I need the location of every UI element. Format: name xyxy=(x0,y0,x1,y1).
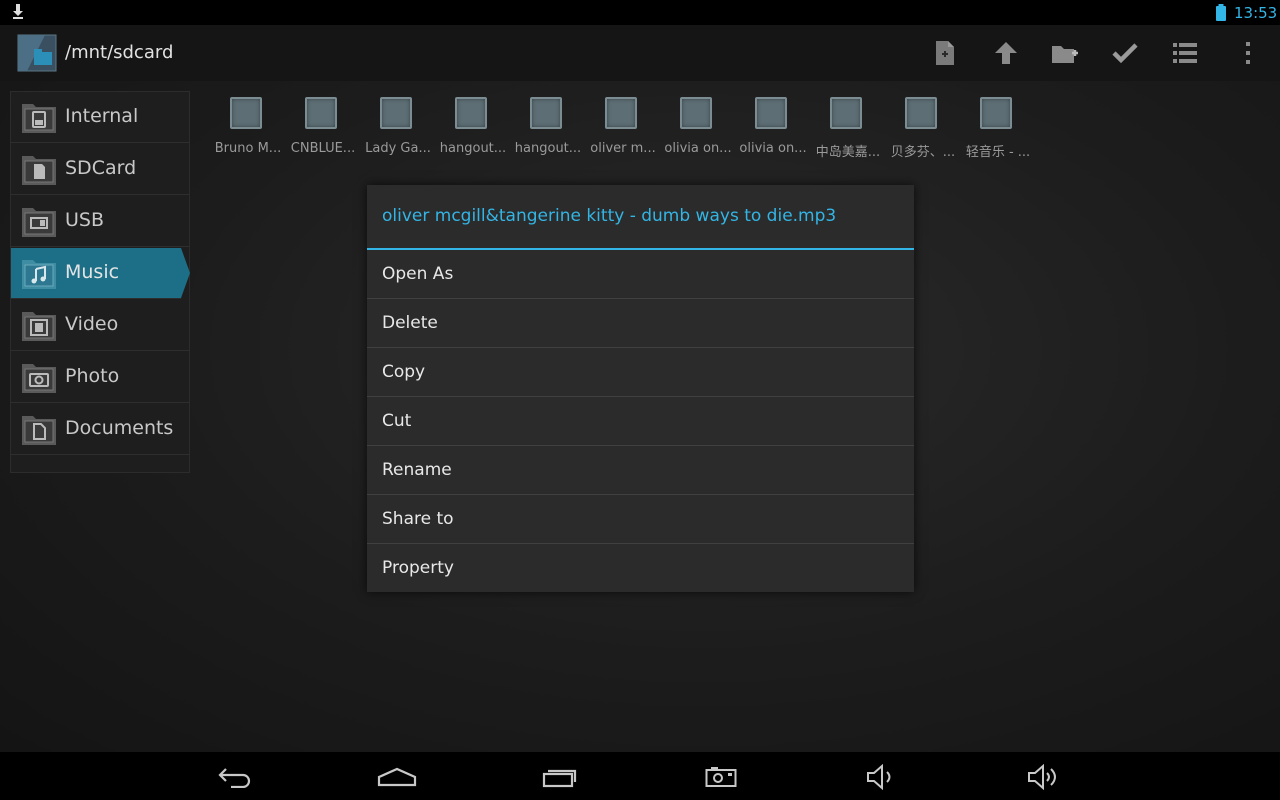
file-name: oliver m... xyxy=(590,141,656,156)
menu-item-share-to[interactable]: Share to xyxy=(367,495,914,544)
recent-apps-button[interactable] xyxy=(535,760,585,794)
sidebar-item-internal[interactable]: Internal xyxy=(11,92,189,143)
sidebar-item-label: Video xyxy=(65,313,119,335)
storage-sidebar: Internal SDCard USB Music Video Photo Do… xyxy=(10,91,190,473)
select-button[interactable] xyxy=(1106,34,1144,72)
menu-item-copy[interactable]: Copy xyxy=(367,348,914,397)
list-view-icon xyxy=(1173,43,1197,63)
sidebar-item-video[interactable]: Video xyxy=(11,300,189,351)
menu-item-property[interactable]: Property xyxy=(367,544,914,592)
audio-file-icon xyxy=(905,97,937,129)
sidebar-item-usb[interactable]: USB xyxy=(11,196,189,247)
menu-item-label: Share to xyxy=(382,509,454,529)
file-name: 轻音乐 - ... xyxy=(965,145,1031,160)
file-name: Lady Ga... xyxy=(365,141,431,156)
status-bar: 13:53 xyxy=(0,0,1280,25)
menu-item-label: Open As xyxy=(382,264,454,284)
camera-icon xyxy=(22,364,56,393)
usb-icon xyxy=(22,208,56,237)
menu-item-rename[interactable]: Rename xyxy=(367,446,914,495)
file-name: Bruno M... xyxy=(214,141,282,156)
sidebar-item-photo[interactable]: Photo xyxy=(11,352,189,403)
active-indicator-arrow xyxy=(181,248,190,298)
audio-file-icon xyxy=(530,97,562,129)
new-file-icon xyxy=(936,41,954,65)
back-icon xyxy=(218,768,251,788)
new-folder-button[interactable] xyxy=(1046,34,1084,72)
sidebar-item-documents[interactable]: Documents xyxy=(11,404,189,455)
home-icon xyxy=(377,767,417,787)
current-path-title: /mnt/sdcard xyxy=(65,42,174,63)
system-navigation-bar xyxy=(0,752,1280,800)
audio-file-icon xyxy=(830,97,862,129)
audio-file-icon xyxy=(455,97,487,129)
back-button[interactable] xyxy=(210,760,260,794)
list-view-button[interactable] xyxy=(1166,34,1204,72)
file-name: hangout... xyxy=(439,141,507,156)
screenshot-icon xyxy=(705,767,737,787)
document-icon xyxy=(22,416,56,445)
menu-item-label: Cut xyxy=(382,411,412,431)
menu-item-label: Delete xyxy=(382,313,438,333)
home-button[interactable] xyxy=(372,760,422,794)
go-up-button[interactable] xyxy=(987,34,1025,72)
volume-up-button[interactable] xyxy=(1019,760,1069,794)
file-name: olivia on... xyxy=(739,141,807,156)
dialog-title: oliver mcgill&tangerine kitty - dumb way… xyxy=(382,206,837,226)
file-name: olivia on... xyxy=(664,141,732,156)
sidebar-item-label: Documents xyxy=(65,417,174,439)
menu-item-label: Copy xyxy=(382,362,426,382)
action-bar: /mnt/sdcard xyxy=(0,25,1280,81)
sidebar-item-sdcard[interactable]: SDCard xyxy=(11,144,189,195)
sidebar-item-label: USB xyxy=(65,209,105,231)
file-name: CNBLUE... xyxy=(290,141,356,156)
sidebar-item-label: Internal xyxy=(65,105,139,127)
new-file-button[interactable] xyxy=(926,34,964,72)
audio-file-icon xyxy=(380,97,412,129)
content-area: Internal SDCard USB Music Video Photo Do… xyxy=(0,81,1280,752)
file-name: 贝多芬、... xyxy=(890,145,956,160)
volume-down-button[interactable] xyxy=(857,760,907,794)
volume-up-icon xyxy=(1028,764,1056,790)
menu-item-label: Property xyxy=(382,558,454,578)
battery-icon xyxy=(1216,4,1226,21)
file-name: hangout... xyxy=(514,141,582,156)
select-icon xyxy=(1112,43,1138,64)
audio-file-icon xyxy=(230,97,262,129)
film-icon xyxy=(22,312,56,341)
up-icon xyxy=(995,42,1017,64)
music-note-icon xyxy=(22,260,56,289)
audio-file-icon xyxy=(605,97,637,129)
sidebar-item-label: Photo xyxy=(65,365,120,387)
sidebar-item-music[interactable]: Music xyxy=(11,248,190,299)
sidebar-item-label: Music xyxy=(65,261,120,283)
audio-file-icon xyxy=(305,97,337,129)
recent-apps-icon xyxy=(542,769,577,788)
menu-item-label: Rename xyxy=(382,460,452,480)
overflow-menu-button[interactable] xyxy=(1229,34,1267,72)
sidebar-item-label: SDCard xyxy=(65,157,137,179)
menu-item-cut[interactable]: Cut xyxy=(367,397,914,446)
status-clock: 13:53 xyxy=(1234,4,1278,22)
new-folder-icon xyxy=(1052,46,1078,63)
download-icon xyxy=(13,4,23,19)
menu-item-delete[interactable]: Delete xyxy=(367,299,914,348)
phone-storage-icon xyxy=(22,104,56,133)
overflow-menu-icon xyxy=(1246,42,1250,64)
screenshot-button[interactable] xyxy=(696,760,746,794)
audio-file-icon xyxy=(980,97,1012,129)
file-context-menu-dialog: oliver mcgill&tangerine kitty - dumb way… xyxy=(367,185,914,592)
file-manager-app-icon[interactable] xyxy=(17,34,57,72)
sdcard-icon xyxy=(22,156,56,185)
audio-file-icon xyxy=(680,97,712,129)
audio-file-icon xyxy=(755,97,787,129)
file-name: 中岛美嘉... xyxy=(815,145,881,160)
menu-item-open-as[interactable]: Open As xyxy=(367,250,914,299)
volume-down-icon xyxy=(867,764,891,790)
